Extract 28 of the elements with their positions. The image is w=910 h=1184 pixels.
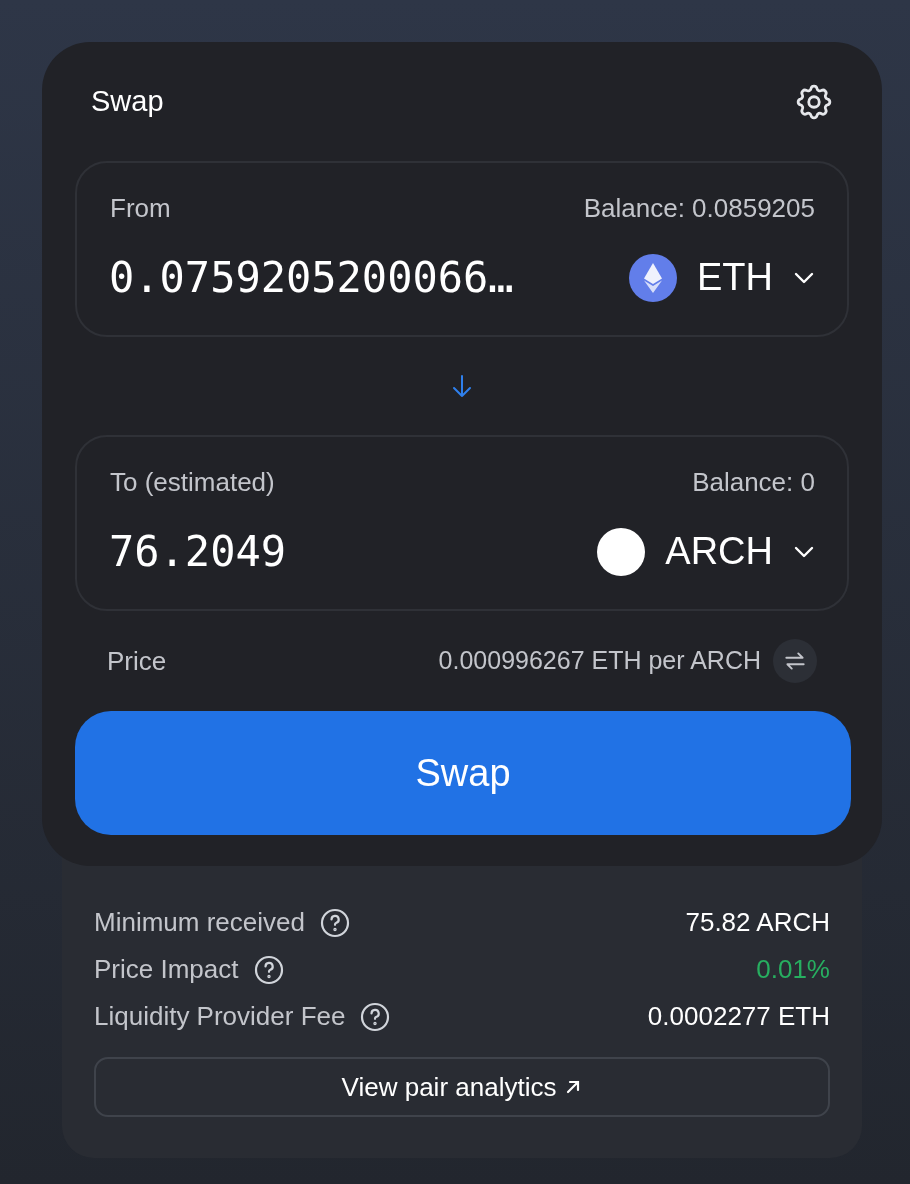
token-selector[interactable]: ARCH: [597, 523, 815, 580]
detail-value: 0.01%: [756, 953, 830, 986]
chevron-down-icon: [793, 544, 815, 559]
detail-value: 0.0002277 ETH: [647, 1000, 830, 1033]
help-icon[interactable]: [318, 906, 351, 939]
detail-label: Minimum received: [94, 906, 305, 939]
panel-label: From: [109, 192, 171, 225]
detail-label: Price Impact: [94, 953, 239, 986]
card-title: Swap: [91, 84, 164, 120]
invert-price-button[interactable]: [773, 639, 817, 683]
ethereum-icon: [629, 253, 677, 302]
token-icon: [597, 527, 646, 576]
token-selector[interactable]: ETH: [629, 249, 815, 306]
price-label: Price: [107, 644, 167, 678]
detail-label: Liquidity Provider Fee: [94, 1000, 346, 1033]
view-pair-analytics-button[interactable]: View pair analytics: [94, 1057, 830, 1117]
amount-field[interactable]: 76.2049: [109, 520, 559, 583]
swap-button[interactable]: Swap: [75, 711, 851, 835]
panel-label: To (estimated): [109, 466, 275, 499]
help-icon[interactable]: [359, 1000, 392, 1033]
detail-value: 75.82 ARCH: [685, 906, 830, 939]
amount-field[interactable]: 0.0759205200066…: [109, 246, 559, 309]
price-value: 0.000996267 ETH per ARCH: [438, 645, 761, 677]
help-icon[interactable]: [252, 953, 285, 986]
down-arrow-icon[interactable]: [451, 374, 473, 398]
balance-text: Balance: 0: [692, 466, 815, 499]
chevron-down-icon: [793, 270, 815, 285]
balance-text: Balance: 0.0859205: [583, 192, 815, 225]
